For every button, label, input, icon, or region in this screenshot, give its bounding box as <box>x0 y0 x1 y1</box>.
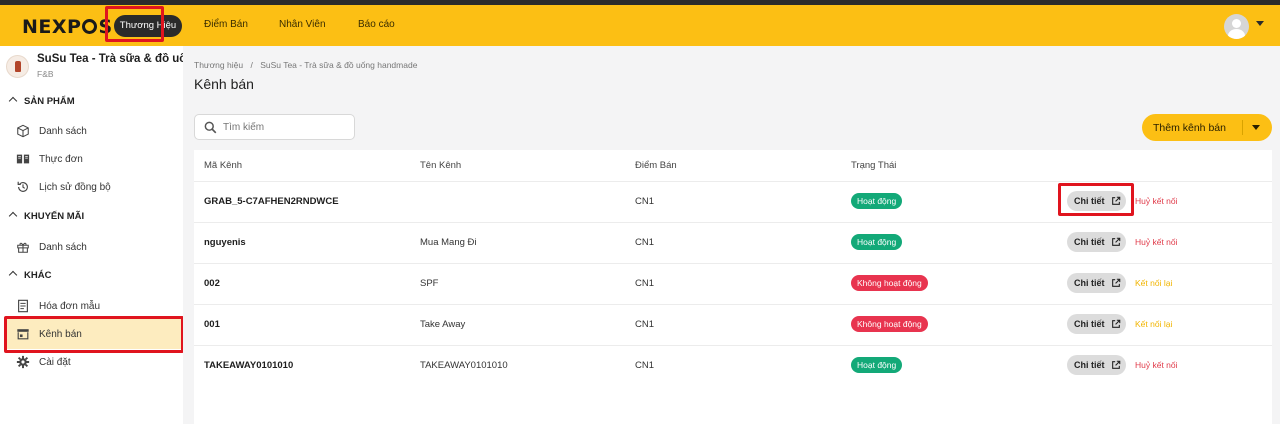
channel-name: Mua Mang Đi <box>420 237 477 248</box>
sidebar-item-danh-sach-khuyen-mai[interactable]: Danh sách <box>16 238 87 256</box>
reconnect-link[interactable]: Kết nối lại <box>1135 278 1172 288</box>
channel-store: CN1 <box>635 278 655 289</box>
channel-store: CN1 <box>635 360 655 371</box>
channel-store: CN1 <box>635 237 655 248</box>
gear-icon <box>16 355 30 369</box>
external-link-icon <box>1111 237 1120 246</box>
section-khac[interactable]: KHÁC <box>8 270 51 281</box>
table-row: nguyenis Mua Mang Đi CN1 Hoạt động Chi t… <box>194 222 1272 262</box>
reconnect-link[interactable]: Kết nối lại <box>1135 319 1172 329</box>
status-badge: Hoạt động <box>851 357 903 373</box>
page-title: Kênh bán <box>194 76 254 92</box>
button-divider <box>1242 120 1243 135</box>
brand-type: F&B <box>37 69 54 79</box>
detail-button[interactable]: Chi tiết <box>1067 273 1126 293</box>
sidebar: SuSu Tea - Trà sữa & đồ uống handmade F&… <box>0 46 183 424</box>
gift-icon <box>17 242 29 253</box>
sidebar-item-kenh-ban[interactable]: Kênh bán <box>16 325 82 343</box>
channel-store: CN1 <box>635 319 655 330</box>
column-header-ten-kenh: Tên Kênh <box>420 160 462 171</box>
detail-button[interactable]: Chi tiết <box>1067 191 1126 211</box>
disconnect-link[interactable]: Huỷ kết nối <box>1135 360 1178 370</box>
table-row: TAKEAWAY0101010 TAKEAWAY0101010 CN1 Hoạt… <box>194 345 1272 385</box>
chevron-up-icon <box>8 211 18 221</box>
column-header-ma-kenh: Mã Kênh <box>204 160 243 171</box>
nexpos-logo[interactable]: NEXP S <box>22 16 113 38</box>
external-link-icon <box>1111 319 1120 328</box>
sidebar-item-lich-su-dong-bo[interactable]: Lịch sử đồng bộ <box>16 178 111 196</box>
logo-o-ring-icon <box>82 19 98 34</box>
search-input[interactable] <box>194 114 355 140</box>
channel-code: 001 <box>204 319 220 330</box>
table-row: 002 SPF CN1 Không hoạt động Chi tiết Kết… <box>194 263 1272 303</box>
breadcrumb-brand: SuSu Tea - Trà sữa & đồ uống handmade <box>260 60 418 70</box>
channel-code: GRAB_5-C7AFHEN2RNDWCE <box>204 196 339 207</box>
disconnect-link[interactable]: Huỷ kết nối <box>1135 237 1178 247</box>
brand-name: SuSu Tea - Trà sữa & đồ uống handmade <box>37 53 183 65</box>
brand-logo-icon <box>6 55 29 78</box>
nav-thuong-hieu[interactable]: Thương Hiệu <box>114 15 182 37</box>
sidebar-item-cai-dat[interactable]: Cài đặt <box>16 353 71 371</box>
channel-code: TAKEAWAY0101010 <box>204 360 294 371</box>
breadcrumb: Thương hiệu / SuSu Tea - Trà sữa & đồ uố… <box>194 60 417 70</box>
status-badge: Hoạt động <box>851 193 903 209</box>
status-badge: Không hoạt động <box>851 316 928 332</box>
channel-code: 002 <box>204 278 220 289</box>
channel-name: Take Away <box>420 319 466 330</box>
column-header-trang-thai: Trạng Thái <box>851 160 897 171</box>
sidebar-item-hoa-don-mau[interactable]: Hóa đơn mẫu <box>16 297 100 315</box>
search-icon <box>204 121 217 134</box>
detail-button[interactable]: Chi tiết <box>1067 314 1126 334</box>
menu-book-icon <box>16 154 30 164</box>
external-link-icon <box>1111 278 1120 287</box>
external-link-icon <box>1111 196 1120 205</box>
cube-icon <box>17 124 29 138</box>
receipt-icon <box>18 299 28 313</box>
breadcrumb-thuong-hieu[interactable]: Thương hiệu <box>194 60 243 70</box>
channel-name: TAKEAWAY0101010 <box>420 360 508 371</box>
add-channel-button[interactable]: Thêm kênh bán <box>1142 114 1272 141</box>
chevron-up-icon <box>8 96 18 106</box>
history-icon <box>17 181 28 192</box>
detail-button[interactable]: Chi tiết <box>1067 355 1126 375</box>
status-badge: Hoạt động <box>851 234 903 250</box>
table-row: 001 Take Away CN1 Không hoạt động Chi ti… <box>194 304 1272 344</box>
channel-store: CN1 <box>635 196 655 207</box>
chevron-up-icon <box>8 270 18 280</box>
nav-nhan-vien[interactable]: Nhân Viên <box>279 19 326 30</box>
breadcrumb-separator: / <box>250 60 253 70</box>
section-san-pham[interactable]: SẢN PHẨM <box>8 96 75 107</box>
table-row: GRAB_5-C7AFHEN2RNDWCE CN1 Hoạt động Chi … <box>194 181 1272 221</box>
user-avatar[interactable] <box>1224 14 1249 39</box>
status-badge: Không hoạt động <box>851 275 928 291</box>
sidebar-item-danh-sach-san-pham[interactable]: Danh sách <box>16 122 87 140</box>
nav-bao-cao[interactable]: Báo cáo <box>358 19 395 30</box>
column-header-diem-ban: Điểm Bán <box>635 160 677 171</box>
top-navbar: NEXP S Thương Hiệu Điểm Bán Nhân Viên Báo… <box>0 5 1280 46</box>
detail-button[interactable]: Chi tiết <box>1067 232 1126 252</box>
disconnect-link[interactable]: Huỷ kết nối <box>1135 196 1178 206</box>
main-content: Thương hiệu / SuSu Tea - Trà sữa & đồ uố… <box>183 46 1280 424</box>
storefront-icon <box>17 329 29 340</box>
external-link-icon <box>1111 360 1120 369</box>
chevron-down-icon[interactable] <box>1256 21 1264 26</box>
nav-diem-ban[interactable]: Điểm Bán <box>204 19 248 30</box>
channel-name: SPF <box>420 278 439 289</box>
chevron-down-icon[interactable] <box>1252 125 1260 130</box>
channels-table: Mã Kênh Tên Kênh Điểm Bán Trạng Thái GRA… <box>194 150 1272 424</box>
channel-code: nguyenis <box>204 237 246 248</box>
sidebar-item-thuc-don[interactable]: Thực đơn <box>16 150 83 168</box>
section-khuyen-mai[interactable]: KHUYẾN MÃI <box>8 211 84 222</box>
